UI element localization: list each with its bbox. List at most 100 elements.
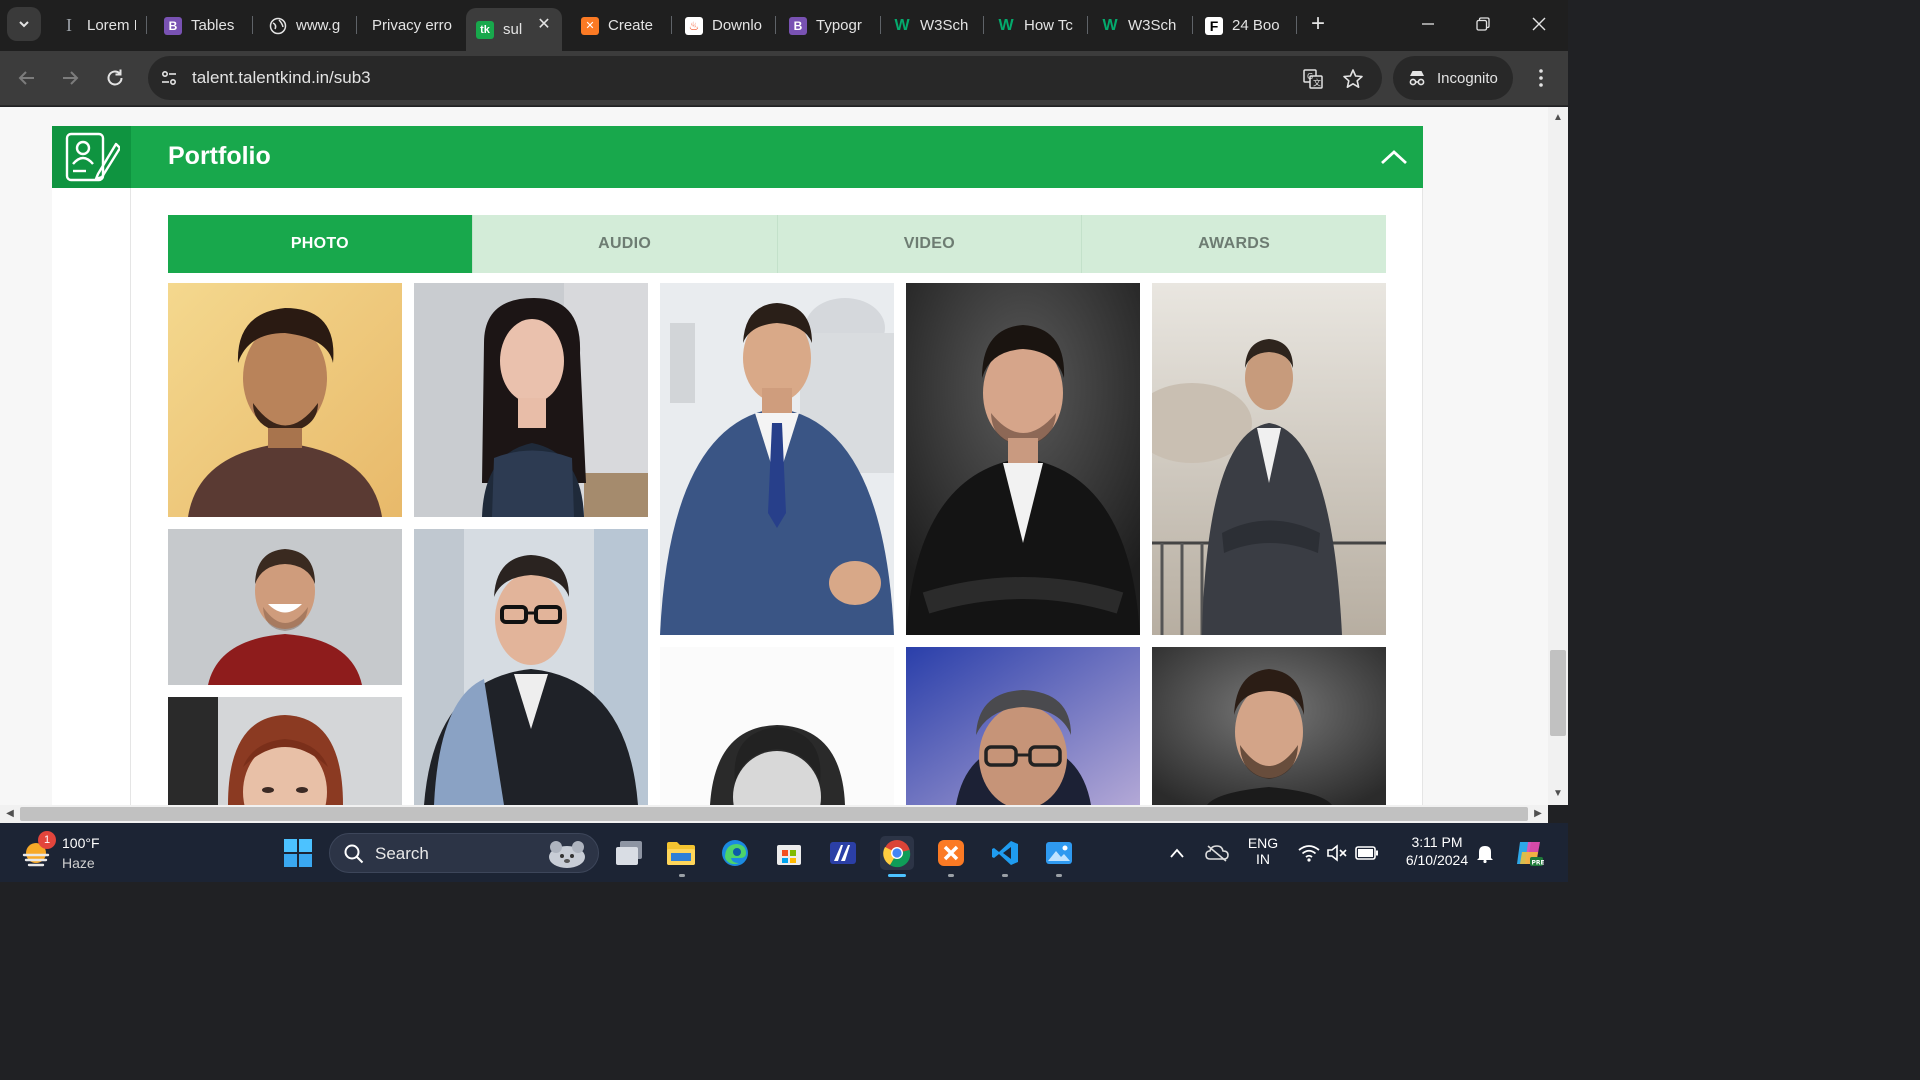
tab-audio[interactable]: AUDIO [472,215,778,273]
portfolio-photo[interactable] [414,529,648,805]
portfolio-photo[interactable] [414,283,648,517]
store-icon [777,845,801,865]
weather-temperature: 100°F [62,835,100,851]
minimize-button[interactable] [1408,8,1448,40]
edge-browser-button[interactable] [718,836,752,870]
translate-icon[interactable]: G文 [1301,67,1325,91]
language-indicator[interactable]: ENG IN [1243,835,1283,867]
tab-label: Create [608,17,654,34]
bookmark-star-icon[interactable] [1341,67,1365,91]
portfolio-photo[interactable] [168,697,402,805]
scroll-right-icon[interactable]: ▶ [1530,806,1546,822]
forward-button[interactable] [54,62,86,94]
restore-button[interactable] [1463,8,1503,40]
tab-label: Typogr [816,17,862,34]
portfolio-photo[interactable] [906,647,1140,805]
browser-tab[interactable]: www.g [269,8,347,43]
mail-app-icon [830,842,856,864]
tab-awards[interactable]: AWARDS [1082,215,1386,273]
scroll-down-icon[interactable]: ▼ [1550,786,1566,802]
url-text[interactable]: talent.talentkind.in/sub3 [192,68,371,88]
browser-tab[interactable]: Privacy erro [372,8,454,43]
vertical-scroll-thumb[interactable] [1550,650,1566,736]
microsoft-store-button[interactable] [772,836,806,870]
photos-button[interactable] [1042,836,1076,870]
address-bar[interactable]: talent.talentkind.in/sub3 G文 [148,56,1382,100]
tab-photo[interactable]: PHOTO [168,215,473,273]
taskbar-search[interactable]: Search [329,833,599,873]
portfolio-photo[interactable] [906,283,1140,635]
close-tab-icon[interactable]: ✕ [536,17,552,33]
tab-label: Privacy erro [372,17,453,34]
browser-tab[interactable]: B Typogr [789,8,869,43]
chrome-button[interactable] [880,836,914,870]
tab-video[interactable]: VIDEO [777,215,1083,273]
running-indicator [948,874,954,877]
close-window-button[interactable] [1519,8,1559,40]
browser-tab[interactable]: I Lorem I [60,8,136,43]
section-title: Portfolio [168,142,271,170]
svg-text:PRE: PRE [1532,860,1545,867]
browser-tab-active[interactable]: tk sul ✕ [466,8,562,51]
portfolio-header[interactable]: Portfolio [52,126,1423,188]
onedrive-button[interactable] [1200,836,1234,870]
reload-button[interactable] [99,62,131,94]
browser-tab[interactable]: ♨ Downlo [685,8,765,43]
incognito-label: Incognito [1437,69,1498,87]
browser-tab[interactable]: W W3Sch [893,8,973,43]
incognito-icon [1409,71,1425,86]
browser-toolbar: talent.talentkind.in/sub3 G文 Incognito [0,51,1568,106]
notifications-button[interactable] [1468,836,1502,870]
scroll-left-icon[interactable]: ◀ [2,806,18,822]
portfolio-photo[interactable] [660,647,894,805]
page-viewport: Portfolio PHOTO AUDIO VIDEO AWARDS [0,107,1548,805]
portfolio-photo[interactable] [1152,283,1386,635]
vscode-button[interactable] [988,836,1022,870]
w3schools-icon: W [1102,16,1118,34]
tab-label: 24 Boo [1232,17,1280,34]
browser-menu-button[interactable] [1530,64,1552,92]
show-hidden-icons-button[interactable] [1160,836,1194,870]
battery-icon [1355,846,1378,860]
tab-search-button[interactable] [7,7,41,41]
running-indicator [1002,874,1008,877]
copilot-button[interactable]: PRE [1512,836,1546,870]
browser-tab[interactable]: W W3Sch [1101,8,1181,43]
browser-tab[interactable]: W How Tc [997,8,1077,43]
portfolio-photo[interactable] [168,283,402,517]
xampp-button[interactable] [934,836,968,870]
restore-icon [1476,17,1490,31]
scroll-up-icon[interactable]: ▲ [1550,110,1566,126]
running-indicator-active [888,874,906,877]
task-view-button[interactable] [612,836,646,870]
file-explorer-button[interactable] [664,836,698,870]
task-view-icon [616,841,642,865]
portfolio-photo[interactable] [168,529,402,685]
w3schools-icon: W [998,16,1014,34]
w3schools-icon: W [894,16,910,34]
app-button[interactable] [826,836,860,870]
start-button[interactable] [281,836,315,870]
incognito-indicator[interactable]: Incognito [1393,56,1513,100]
browser-tab[interactable]: B Tables [164,8,244,43]
minimize-icon [1422,23,1434,25]
vscode-icon [992,841,1018,865]
search-icon [344,844,364,864]
volume-button[interactable] [1320,836,1354,870]
site-info-icon[interactable] [158,67,180,89]
portfolio-photo[interactable] [660,283,894,635]
globe-icon [269,17,287,35]
new-tab-button[interactable]: + [1306,12,1330,36]
battery-button[interactable] [1350,836,1384,870]
weather-widget[interactable]: 1 100°F Haze [20,831,140,873]
browser-tab[interactable]: F 24 Boo [1205,8,1285,43]
horizontal-scroll-thumb[interactable] [20,807,1528,821]
browser-tab[interactable]: ✕ Create [581,8,661,43]
collapse-button[interactable] [1379,144,1409,170]
back-button[interactable] [11,62,43,94]
chevron-down-icon [19,21,29,28]
xampp-icon: ✕ [581,16,599,35]
arrow-left-icon [18,71,34,85]
portfolio-photo[interactable] [1152,647,1386,805]
cloud-offline-icon [1205,845,1229,862]
